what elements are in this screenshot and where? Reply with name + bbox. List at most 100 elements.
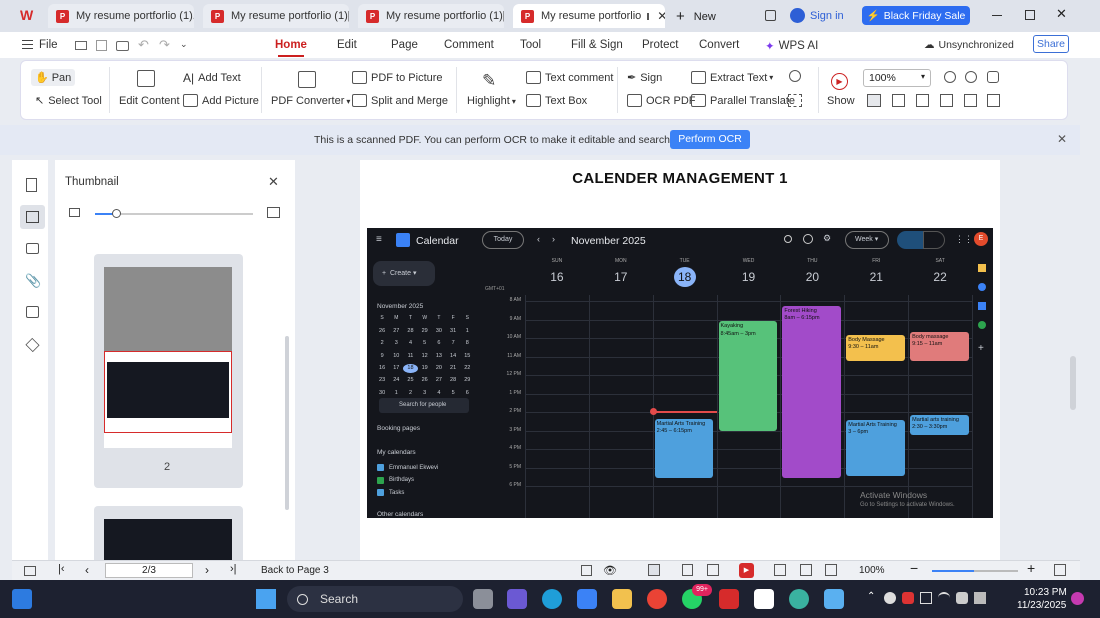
close-banner-icon[interactable]: ✕ bbox=[1057, 132, 1067, 146]
search-icon[interactable] bbox=[789, 70, 801, 82]
chrome-icon[interactable] bbox=[647, 589, 667, 609]
continuous-icon[interactable] bbox=[648, 564, 660, 576]
comment-panel-icon[interactable] bbox=[26, 243, 39, 254]
undo-icon[interactable]: ↶ bbox=[138, 37, 149, 53]
actual-size-icon[interactable] bbox=[867, 94, 881, 107]
ocr-pdf-button[interactable]: OCR PDF bbox=[627, 94, 696, 107]
pdf-converter-icon[interactable] bbox=[298, 71, 316, 88]
sign-in-button[interactable]: Sign in bbox=[790, 8, 844, 23]
print-icon[interactable] bbox=[116, 41, 129, 51]
thumbnail-size-slider[interactable] bbox=[95, 209, 253, 218]
edit-content-button[interactable]: Edit Content bbox=[119, 95, 180, 107]
tab-4-active[interactable]: P My resume portforlio ✕ bbox=[513, 4, 665, 28]
folder-icon[interactable] bbox=[612, 589, 632, 609]
wps-taskbar-icon[interactable] bbox=[719, 589, 739, 609]
save-icon[interactable] bbox=[96, 40, 107, 51]
notifications-icon[interactable] bbox=[1071, 592, 1084, 605]
fit-page-icon[interactable] bbox=[892, 94, 905, 107]
tabs-overview-icon[interactable] bbox=[765, 10, 776, 21]
small-image-icon[interactable] bbox=[69, 208, 80, 217]
status-zoom[interactable]: 100% bbox=[859, 565, 885, 576]
zoom-out-button[interactable]: − bbox=[910, 560, 918, 576]
last-page-icon[interactable]: ›| bbox=[230, 563, 237, 575]
back-to-page[interactable]: Back to Page 3 bbox=[261, 565, 329, 576]
new-tab-button[interactable]: + New bbox=[676, 8, 716, 25]
reading-icon[interactable] bbox=[987, 94, 1000, 107]
close-tab-icon[interactable]: ✕ bbox=[657, 9, 665, 23]
tray-chevron-icon[interactable]: ⌃ bbox=[867, 591, 875, 602]
menu-edit[interactable]: Edit bbox=[337, 39, 357, 51]
widgets-icon[interactable] bbox=[12, 589, 32, 609]
share-button[interactable]: Share bbox=[1033, 35, 1069, 53]
sync-status[interactable]: ☁ Unsynchronized bbox=[924, 39, 1014, 51]
double-icon[interactable] bbox=[707, 564, 719, 576]
single-icon[interactable] bbox=[682, 564, 693, 576]
expand-icon[interactable] bbox=[1054, 564, 1066, 576]
close-panel-icon[interactable]: ✕ bbox=[268, 174, 279, 190]
thumbnail-scrollbar[interactable] bbox=[285, 336, 289, 510]
highlight-icon[interactable]: ✎ bbox=[482, 71, 496, 91]
text-box-button[interactable]: Text Box bbox=[526, 94, 587, 107]
copilot-icon[interactable] bbox=[789, 589, 809, 609]
eye-icon[interactable]: 👁 bbox=[603, 564, 617, 577]
next-page-icon[interactable]: › bbox=[205, 563, 209, 577]
add-text-button[interactable]: A| Add Text bbox=[183, 71, 241, 85]
split-merge-button[interactable]: Split and Merge bbox=[352, 94, 448, 107]
play-icon[interactable]: ▶ bbox=[831, 73, 848, 90]
minimize-button[interactable] bbox=[992, 15, 1002, 16]
add-picture-button[interactable]: Add Picture bbox=[183, 94, 259, 107]
thumbnail-page-3[interactable] bbox=[94, 506, 243, 569]
menu-convert[interactable]: Convert bbox=[699, 39, 739, 51]
perform-ocr-button[interactable]: Perform OCR bbox=[670, 130, 750, 149]
zoom-select[interactable]: 100% ▾ bbox=[863, 69, 931, 87]
single-page-icon[interactable] bbox=[940, 94, 953, 107]
redo-icon[interactable]: ↷ bbox=[159, 37, 170, 53]
select-tool-button[interactable]: ↖ Select Tool bbox=[35, 94, 102, 108]
start-button[interactable] bbox=[256, 589, 276, 609]
scan-icon[interactable] bbox=[788, 94, 802, 107]
file-explorer-icon[interactable] bbox=[473, 589, 493, 609]
window-icon[interactable] bbox=[647, 12, 650, 20]
edge-icon[interactable] bbox=[542, 589, 562, 609]
menu-protect[interactable]: Protect bbox=[642, 39, 678, 51]
menu-home[interactable]: Home bbox=[275, 39, 307, 57]
slider-handle[interactable] bbox=[112, 209, 121, 218]
signature-icon[interactable] bbox=[26, 306, 39, 318]
sign-button[interactable]: ✒ Sign bbox=[627, 71, 662, 85]
prev-page-icon[interactable]: ‹ bbox=[85, 563, 89, 577]
edit-content-icon[interactable] bbox=[137, 70, 155, 87]
large-image-icon[interactable] bbox=[267, 207, 280, 218]
fit-width-icon[interactable] bbox=[916, 94, 929, 107]
open-icon[interactable] bbox=[75, 41, 87, 50]
menu-page[interactable]: Page bbox=[391, 39, 418, 51]
two-page-icon[interactable] bbox=[964, 94, 977, 107]
document-scrollbar[interactable] bbox=[1070, 356, 1076, 410]
pdf-to-picture-button[interactable]: PDF to Picture bbox=[352, 71, 443, 84]
first-page-icon[interactable]: |‹ bbox=[58, 563, 65, 575]
parallel-translate-button[interactable]: Parallel Translate bbox=[691, 94, 795, 107]
panel-toggle-icon[interactable] bbox=[24, 566, 36, 576]
bookmark-icon[interactable] bbox=[26, 178, 37, 192]
clock-time[interactable]: 10:23 PM bbox=[1024, 587, 1067, 598]
menu-wps-ai[interactable]: ✦ WPS AI bbox=[765, 39, 818, 53]
tab-2[interactable]: P My resume portforlio (1)[1] bbox=[203, 4, 349, 28]
highlight-button[interactable]: Highlight ▾ bbox=[467, 95, 516, 107]
store-icon[interactable] bbox=[577, 589, 597, 609]
zoom-in-button[interactable]: + bbox=[1027, 560, 1035, 576]
menu-comment[interactable]: Comment bbox=[444, 39, 494, 51]
maximize-button[interactable] bbox=[1025, 10, 1035, 20]
hamburger-icon[interactable] bbox=[22, 40, 33, 49]
reading-mode-icon[interactable] bbox=[774, 564, 786, 576]
tray-icons[interactable] bbox=[884, 592, 994, 606]
crop-icon[interactable] bbox=[825, 564, 837, 576]
notion-icon[interactable] bbox=[754, 589, 774, 609]
taskbar-search[interactable]: Search bbox=[287, 586, 463, 612]
fit-icon[interactable] bbox=[581, 565, 592, 576]
menu-file[interactable]: File bbox=[39, 39, 58, 51]
fullscreen-icon[interactable] bbox=[800, 564, 812, 576]
clock-date[interactable]: 11/23/2025 bbox=[1017, 600, 1066, 611]
play-slides-icon[interactable]: ▶ bbox=[739, 563, 754, 578]
tab-3[interactable]: P My resume portforlio (1)[1] bbox=[358, 4, 504, 28]
zoom-slider[interactable] bbox=[932, 570, 1018, 572]
page-field[interactable]: 2/3 bbox=[105, 563, 193, 578]
